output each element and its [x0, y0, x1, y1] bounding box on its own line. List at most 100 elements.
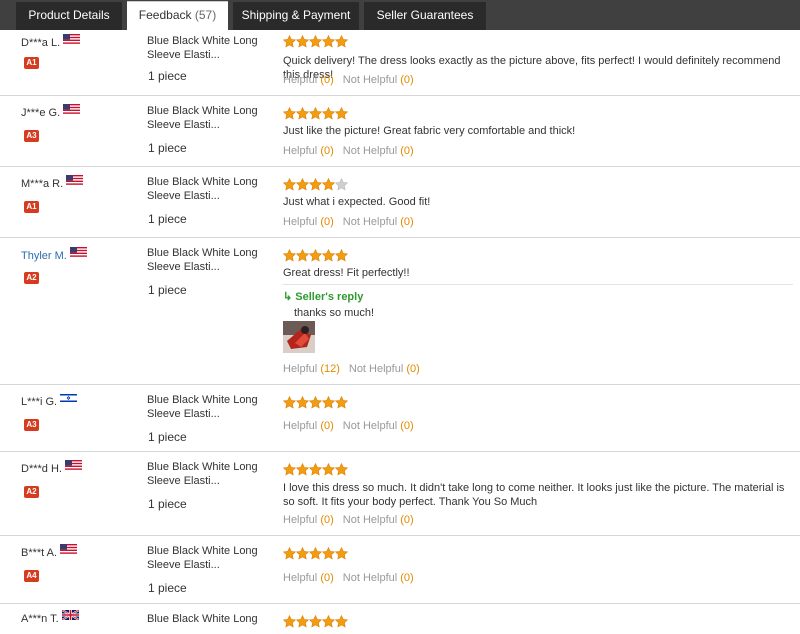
star-filled-icon	[283, 107, 296, 120]
seller-reply: ↳ Seller's reply thanks so much!	[283, 284, 793, 353]
star-filled-icon	[335, 463, 348, 476]
helpful-votes: Helpful (0) Not Helpful (0)	[283, 216, 414, 228]
reviewer-name-text: L***i G.	[21, 396, 58, 408]
reviewer-name: M***a R.	[21, 175, 84, 190]
not-helpful-link[interactable]: Not Helpful (0)	[343, 572, 414, 584]
star-filled-icon	[335, 615, 348, 628]
not-helpful-link[interactable]: Not Helpful (0)	[343, 216, 414, 228]
reviewer-name-text: B***t A.	[21, 547, 58, 559]
us-flag-icon	[64, 460, 82, 470]
us-flag-icon	[66, 175, 84, 185]
not-helpful-label: Not Helpful	[348, 363, 404, 375]
not-helpful-label: Not Helpful	[342, 216, 398, 228]
reviewer-name: D***d H.	[21, 460, 82, 475]
star-empty-icon	[335, 178, 348, 191]
quantity: 1 piece	[148, 581, 187, 595]
quantity: 1 piece	[148, 497, 187, 511]
reviewer-name: L***i G.	[21, 393, 78, 408]
helpful-link[interactable]: Helpful (0)	[283, 216, 334, 228]
star-filled-icon	[296, 249, 309, 262]
buyer-level-badge: A2	[24, 272, 39, 284]
not-helpful-link[interactable]: Not Helpful (0)	[343, 514, 414, 526]
star-filled-icon	[322, 547, 335, 560]
not-helpful-link[interactable]: Not Helpful (0)	[343, 145, 414, 157]
review-comment: Great dress! Fit perfectly!!	[283, 267, 410, 279]
buyer-level-badge: A4	[24, 570, 39, 582]
star-filled-icon	[296, 35, 309, 48]
helpful-votes: Helpful (0) Not Helpful (0)	[283, 74, 414, 86]
star-rating	[283, 178, 348, 192]
product-name[interactable]: Blue Black White Long Sleeve Elasti...	[147, 246, 262, 274]
reviewer-name-text: D***a L.	[21, 37, 61, 49]
helpful-link[interactable]: Helpful (0)	[283, 514, 334, 526]
not-helpful-label: Not Helpful	[342, 74, 398, 86]
star-filled-icon	[309, 547, 322, 560]
product-name[interactable]: Blue Black White Long Sleeve Elasti...	[147, 544, 262, 572]
tab-shipping-payment[interactable]: Shipping & Payment	[233, 2, 359, 30]
product-name[interactable]: Blue Black White Long Sleeve Elasti...	[147, 460, 262, 488]
star-filled-icon	[296, 463, 309, 476]
helpful-link[interactable]: Helpful (0)	[283, 420, 334, 432]
review-comment: I love this dress so much. It didn't tak…	[283, 482, 785, 508]
not-helpful-label: Not Helpful	[342, 572, 398, 584]
star-rating	[283, 249, 348, 263]
reviewer-name[interactable]: Thyler M.	[21, 247, 87, 262]
quantity: 1 piece	[148, 430, 187, 444]
reviewer-name: J***e G.	[21, 104, 81, 119]
helpful-link[interactable]: Helpful (0)	[283, 145, 334, 157]
helpful-label: Helpful	[283, 363, 318, 375]
star-filled-icon	[335, 35, 348, 48]
buyer-level-badge: A3	[24, 130, 39, 142]
product-name[interactable]: Blue Black White Long Sleeve Elasti...	[147, 393, 262, 421]
helpful-count: (12)	[320, 363, 340, 375]
us-flag-icon	[63, 104, 81, 114]
quantity: 1 piece	[148, 69, 187, 83]
helpful-label: Helpful	[283, 74, 318, 86]
tab-feedback[interactable]: Feedback (57)	[127, 1, 228, 31]
review-photo-thumbnail[interactable]	[283, 321, 315, 353]
not-helpful-label: Not Helpful	[342, 420, 398, 432]
tab-product-details[interactable]: Product Details	[16, 2, 122, 30]
star-filled-icon	[296, 107, 309, 120]
helpful-votes: Helpful (12) Not Helpful (0)	[283, 363, 420, 375]
star-filled-icon	[335, 547, 348, 560]
product-name[interactable]: Blue Black White Long	[147, 612, 262, 626]
tab-seller-guarantees[interactable]: Seller Guarantees	[364, 2, 486, 30]
helpful-link[interactable]: Helpful (0)	[283, 74, 334, 86]
review-comment: Just what i expected. Good fit!	[283, 196, 431, 208]
star-filled-icon	[296, 547, 309, 560]
us-flag-icon	[60, 544, 78, 554]
helpful-count: (0)	[320, 145, 334, 157]
seller-reply-title: ↳ Seller's reply	[283, 290, 363, 303]
helpful-count: (0)	[320, 216, 334, 228]
product-name[interactable]: Blue Black White Long Sleeve Elasti...	[147, 34, 262, 62]
star-filled-icon	[283, 463, 296, 476]
tab-label: Shipping & Payment	[241, 8, 351, 22]
not-helpful-link[interactable]: Not Helpful (0)	[343, 420, 414, 432]
review-row: M***a R. A1 Blue Black White Long Sleeve…	[0, 167, 800, 238]
tab-bar: Product Details Feedback (57) Shipping &…	[0, 0, 800, 31]
star-filled-icon	[335, 396, 348, 409]
not-helpful-count: (0)	[400, 572, 414, 584]
star-filled-icon	[309, 107, 322, 120]
helpful-label: Helpful	[283, 572, 318, 584]
star-filled-icon	[335, 249, 348, 262]
not-helpful-link[interactable]: Not Helpful (0)	[349, 363, 420, 375]
review-row: A***n T. Blue Black White Long	[0, 604, 800, 634]
helpful-count: (0)	[320, 572, 334, 584]
us-flag-icon	[69, 247, 87, 257]
not-helpful-count: (0)	[400, 420, 414, 432]
star-filled-icon	[322, 615, 335, 628]
not-helpful-count: (0)	[400, 514, 414, 526]
product-name[interactable]: Blue Black White Long Sleeve Elasti...	[147, 104, 262, 132]
feedback-count: (57)	[194, 8, 217, 22]
quantity: 1 piece	[148, 283, 187, 297]
not-helpful-link[interactable]: Not Helpful (0)	[343, 74, 414, 86]
reviewer-name-text: D***d H.	[21, 463, 62, 475]
product-name[interactable]: Blue Black White Long Sleeve Elasti...	[147, 175, 262, 203]
helpful-votes: Helpful (0) Not Helpful (0)	[283, 572, 414, 584]
helpful-count: (0)	[320, 514, 334, 526]
helpful-link[interactable]: Helpful (12)	[283, 363, 340, 375]
quantity: 1 piece	[148, 141, 187, 155]
helpful-link[interactable]: Helpful (0)	[283, 572, 334, 584]
